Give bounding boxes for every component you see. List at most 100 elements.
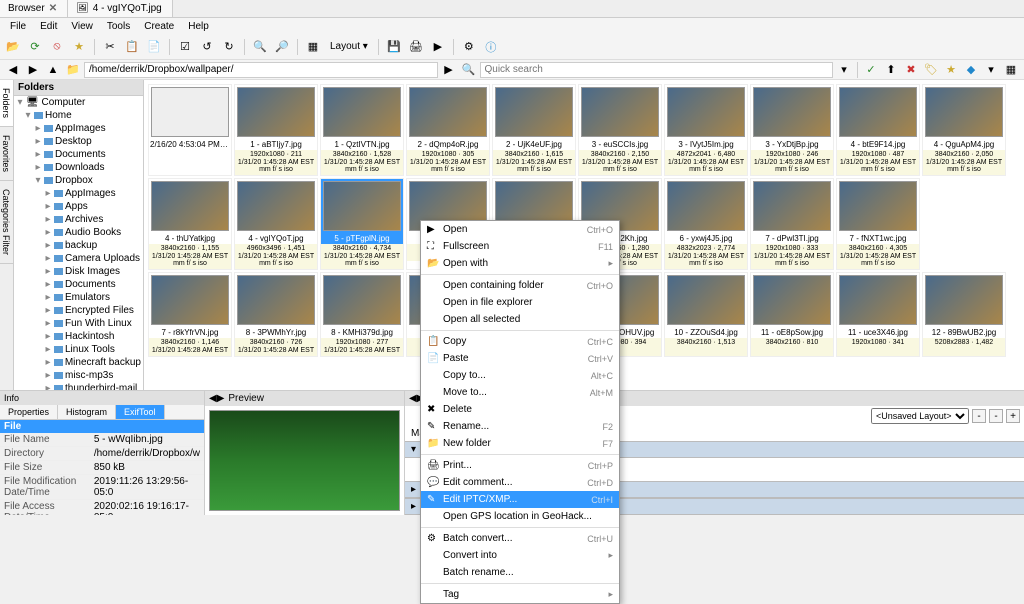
rotate-left-icon[interactable]: ↺ <box>198 38 216 56</box>
filter-icon[interactable]: ▾ <box>835 61 853 79</box>
thumbnail-cell[interactable]: 3 - euSCCIs.jpg 3840x2160 · 2,1501/31/20… <box>578 84 662 176</box>
tree-item[interactable]: ▸ Hackintosh <box>14 330 143 343</box>
tree-item[interactable]: ▸ Archives <box>14 213 143 226</box>
thumbnail-cell[interactable]: 5 - pTFgplN.jpg 3840x2160 · 4,7341/31/20… <box>320 178 404 270</box>
view-mode-icon[interactable]: ▦ <box>304 38 322 56</box>
up-icon[interactable]: ▲ <box>44 61 62 79</box>
tab-properties[interactable]: Properties <box>0 405 58 419</box>
menu-tools[interactable]: Tools <box>101 20 136 33</box>
menu-item[interactable]: ⛶FullscreenF11 <box>421 238 619 255</box>
menu-item[interactable]: 💬Edit comment...Ctrl+D <box>421 474 619 491</box>
rotate-right-icon[interactable]: ↻ <box>220 38 238 56</box>
cut-icon[interactable]: ✂ <box>101 38 119 56</box>
go-icon[interactable]: ▶ <box>440 61 458 79</box>
menu-item[interactable]: Open containing folderCtrl+O <box>421 277 619 294</box>
layout-dropdown[interactable]: Layout ▾ <box>326 39 372 54</box>
favorite-icon[interactable]: ★ <box>70 38 88 56</box>
tool1-icon[interactable]: ✓ <box>862 61 880 79</box>
tree-item[interactable]: ▸ Linux Tools <box>14 343 143 356</box>
tree-item[interactable]: ▸ Minecraft backup <box>14 356 143 369</box>
layout-prev[interactable]: - <box>972 409 986 423</box>
menu-item[interactable]: Open in file explorer <box>421 294 619 311</box>
tree-item[interactable]: ▸ misc-mp3s <box>14 369 143 382</box>
sidetab-favorites[interactable]: Favorites <box>0 127 13 181</box>
stop-icon[interactable]: ⦸ <box>48 38 66 56</box>
thumbnail-cell[interactable]: 8 - KMHi379d.jpg 1920x1080 · 2771/31/20 … <box>320 272 404 356</box>
tree-item[interactable]: ▸ Downloads <box>14 161 143 174</box>
menu-item[interactable]: Copy to...Alt+C <box>421 367 619 384</box>
menu-item[interactable]: Tag▸ <box>421 586 619 603</box>
menu-item[interactable]: 🖨Print...Ctrl+P <box>421 457 619 474</box>
thumbnail-cell[interactable]: 1 - QztIVTN.jpg 3840x2160 · 1,5281/31/20… <box>320 84 404 176</box>
menu-item[interactable]: Batch rename... <box>421 564 619 581</box>
open-icon[interactable]: 📂 <box>4 38 22 56</box>
tree-item[interactable]: ▸ Encrypted Files <box>14 304 143 317</box>
tool2-icon[interactable]: ⬆ <box>882 61 900 79</box>
thumbnail-cell[interactable]: 1 - aBTIjy7.jpg 1920x1080 · 2111/31/20 1… <box>234 84 318 176</box>
layout-add[interactable]: + <box>1006 409 1020 423</box>
tree-item[interactable]: ▾ Home <box>14 109 143 122</box>
tree-item[interactable]: ▸ Camera Uploads <box>14 252 143 265</box>
thumbnail-cell[interactable]: 8 - 3PWMhYr.jpg 3840x2160 · 7261/31/20 1… <box>234 272 318 356</box>
thumbnail-cell[interactable]: 4 - thUYatkjpg 3840x2160 · 1,1551/31/20 … <box>148 178 232 270</box>
menu-item[interactable]: ✖Delete <box>421 401 619 418</box>
menu-item[interactable]: Open GPS location in GeoHack... <box>421 508 619 525</box>
thumbnail-cell[interactable]: 7 - fNXT1wc.jpg 3840x2160 · 4,3051/31/20… <box>836 178 920 270</box>
thumbnail-cell[interactable]: 4 - btE9F14.jpg 1920x1080 · 4871/31/20 1… <box>836 84 920 176</box>
thumbnail-cell[interactable]: 6 - yxwj4J5.jpg 4832x2023 · 2,7741/31/20… <box>664 178 748 270</box>
thumbnail-cell[interactable]: 2 - UjK4eUF.jpg 3840x2160 · 1,6151/31/20… <box>492 84 576 176</box>
star-icon[interactable]: ★ <box>942 61 960 79</box>
quick-search-input[interactable] <box>480 62 834 78</box>
refresh-icon[interactable]: ⟳ <box>26 38 44 56</box>
zoom-in-icon[interactable]: 🔍 <box>251 38 269 56</box>
menu-help[interactable]: Help <box>182 20 215 33</box>
copy-icon[interactable]: 📋 <box>123 38 141 56</box>
tree-item[interactable]: ▸ thunderbird-mail <box>14 382 143 390</box>
menu-item[interactable]: 📋CopyCtrl+C <box>421 333 619 350</box>
close-icon[interactable]: ✕ <box>49 3 57 14</box>
thumbnail-cell[interactable]: 2/16/20 4:53:04 PM EST <box>148 84 232 176</box>
back-icon[interactable]: ◀ <box>4 61 22 79</box>
menu-item[interactable]: 📁New folderF7 <box>421 435 619 452</box>
thumbnail-cell[interactable]: 4 - vgIYQoT.jpg 4960x3496 · 1,4511/31/20… <box>234 178 318 270</box>
tree-item[interactable]: ▸ Fun With Linux <box>14 317 143 330</box>
thumbnail-cell[interactable]: 4 - QguApM4.jpg 3840x2160 · 2,0501/31/20… <box>922 84 1006 176</box>
thumbnail-cell[interactable]: 12 - 89BwUB2.jpg 5208x2883 · 1,482 <box>922 272 1006 356</box>
menu-item[interactable]: ✎Rename...F2 <box>421 418 619 435</box>
thumbnail-cell[interactable]: 7 - r8kYfrVN.jpg 3840x2160 · 1,1461/31/2… <box>148 272 232 356</box>
menu-item[interactable]: Move to...Alt+M <box>421 384 619 401</box>
zoom-out-icon[interactable]: 🔎 <box>273 38 291 56</box>
tab-histogram[interactable]: Histogram <box>58 405 116 419</box>
sidetab-folders[interactable]: Folders <box>0 80 13 127</box>
menu-edit[interactable]: Edit <box>34 20 63 33</box>
tree-item[interactable]: ▾ Dropbox <box>14 174 143 187</box>
tree-item[interactable]: ▾🖥 Computer <box>14 96 143 109</box>
menu-item[interactable]: ✎Edit IPTC/XMP...Ctrl+I <box>421 491 619 508</box>
tool3-icon[interactable]: ✖ <box>902 61 920 79</box>
menu-view[interactable]: View <box>65 20 99 33</box>
tab-exiftool[interactable]: ExifTool <box>116 405 165 419</box>
save-icon[interactable]: 💾 <box>385 38 403 56</box>
tree-item[interactable]: ▸ backup <box>14 239 143 252</box>
menu-create[interactable]: Create <box>138 20 180 33</box>
tree-item[interactable]: ▸ Audio Books <box>14 226 143 239</box>
layout-select[interactable]: <Unsaved Layout> <box>871 408 969 424</box>
menu-item[interactable]: 📄PasteCtrl+V <box>421 350 619 367</box>
forward-icon[interactable]: ▶ <box>24 61 42 79</box>
menu-file[interactable]: File <box>4 20 32 33</box>
menu-item[interactable]: Open all selected <box>421 311 619 328</box>
thumbnail-cell[interactable]: 3 - IVytJ5Im.jpg 4872x2041 · 6,4801/31/2… <box>664 84 748 176</box>
thumbnail-cell[interactable]: 2 - dQmp4oR.jpg 1920x1080 · 3051/31/20 1… <box>406 84 490 176</box>
tree-item[interactable]: ▸ Apps <box>14 200 143 213</box>
tree-item[interactable]: ▸ AppImages <box>14 122 143 135</box>
thumbnail-cell[interactable]: 11 - uce3X46.jpg 1920x1080 · 341 <box>836 272 920 356</box>
tree-item[interactable]: ▸ AppImages <box>14 187 143 200</box>
tree-item[interactable]: ▸ Disk Images <box>14 265 143 278</box>
path-input[interactable] <box>84 62 438 78</box>
tag-icon[interactable]: 🏷 <box>922 61 940 79</box>
thumbnail-cell[interactable]: 3 - YxDtjBp.jpg 1920x1080 · 2461/31/20 1… <box>750 84 834 176</box>
tree-item[interactable]: ▸ Documents <box>14 278 143 291</box>
thumbnail-cell[interactable]: 10 - ZZOuSd4.jpg 3840x2160 · 1,513 <box>664 272 748 356</box>
sort-icon[interactable]: ▾ <box>982 61 1000 79</box>
tab-image[interactable]: 🖼4 - vgIYQoT.jpg <box>68 0 173 17</box>
